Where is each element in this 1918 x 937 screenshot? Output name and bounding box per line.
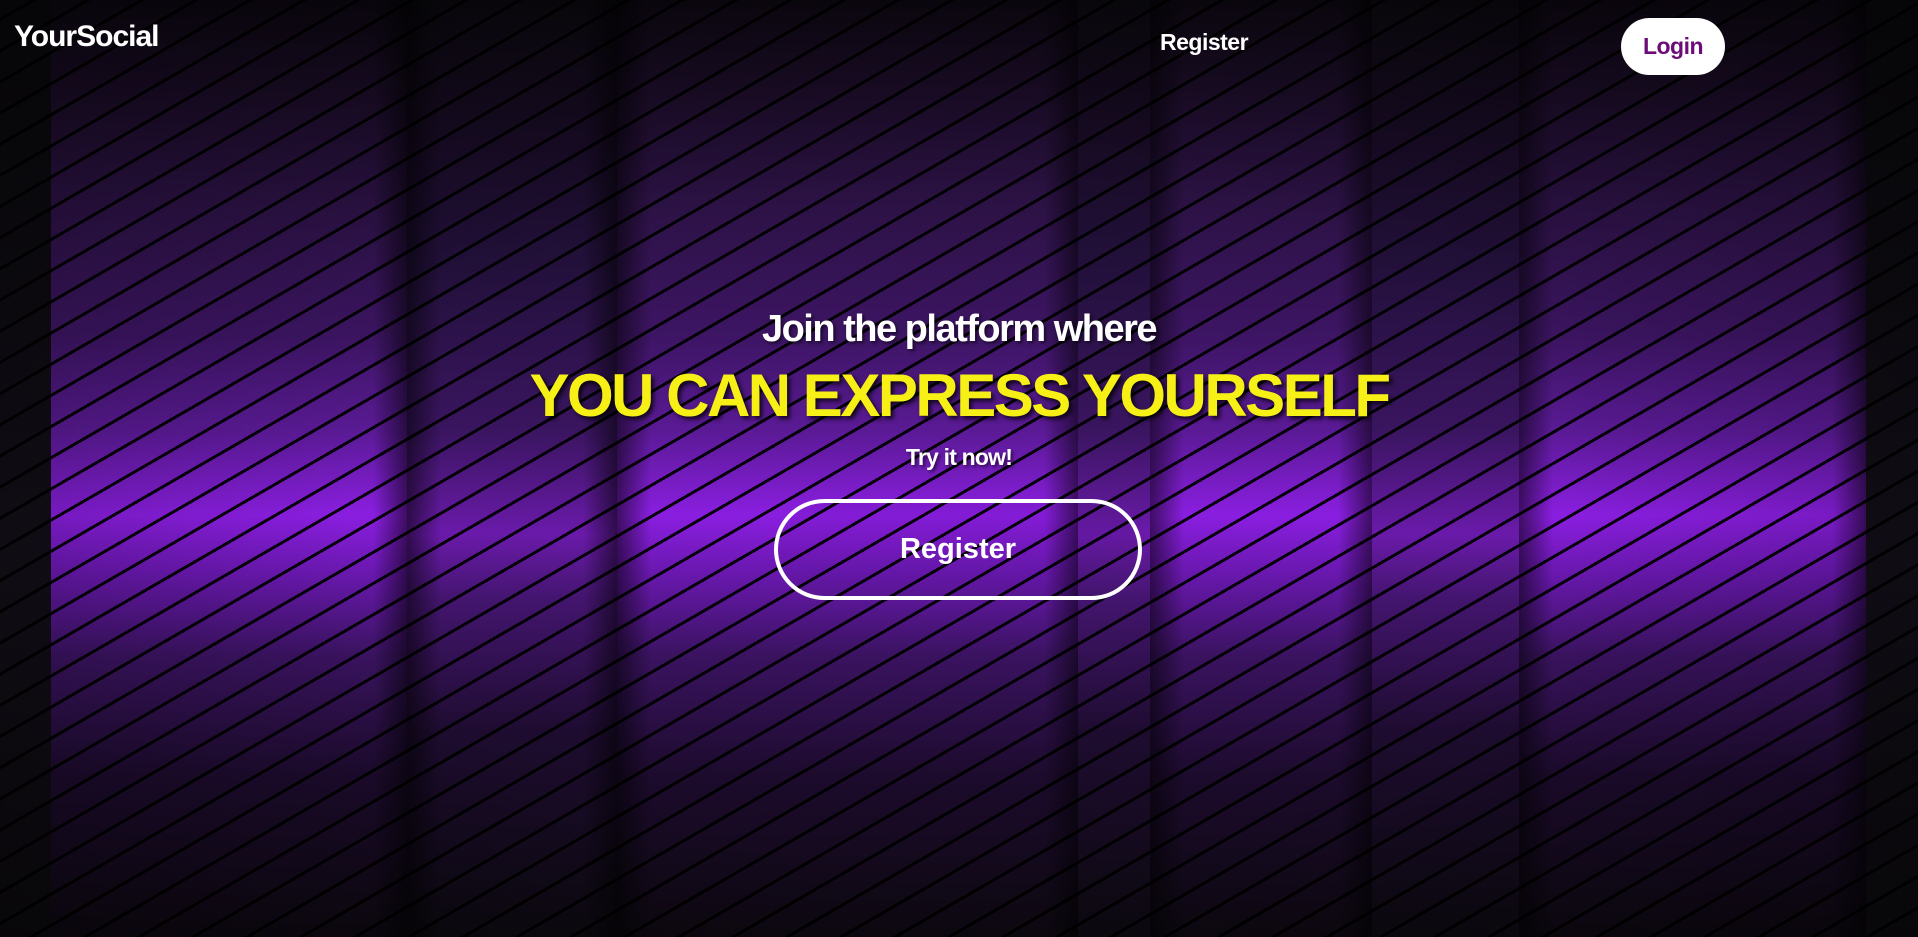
- landing-page: YourSocial Register Login Join the platf…: [0, 0, 1918, 937]
- hero-title: YOU CAN EXPRESS YOURSELF: [529, 362, 1391, 429]
- register-cta-button[interactable]: Register: [774, 499, 1142, 600]
- hero-pretitle: Join the platform where: [761, 308, 1158, 350]
- hero-section: Join the platform where YOU CAN EXPRESS …: [0, 310, 1918, 469]
- login-button[interactable]: Login: [1621, 18, 1725, 75]
- brand-logo[interactable]: YourSocial: [14, 22, 159, 52]
- hero-subtitle: Try it now!: [905, 444, 1013, 470]
- nav-register-link[interactable]: Register: [1160, 31, 1249, 54]
